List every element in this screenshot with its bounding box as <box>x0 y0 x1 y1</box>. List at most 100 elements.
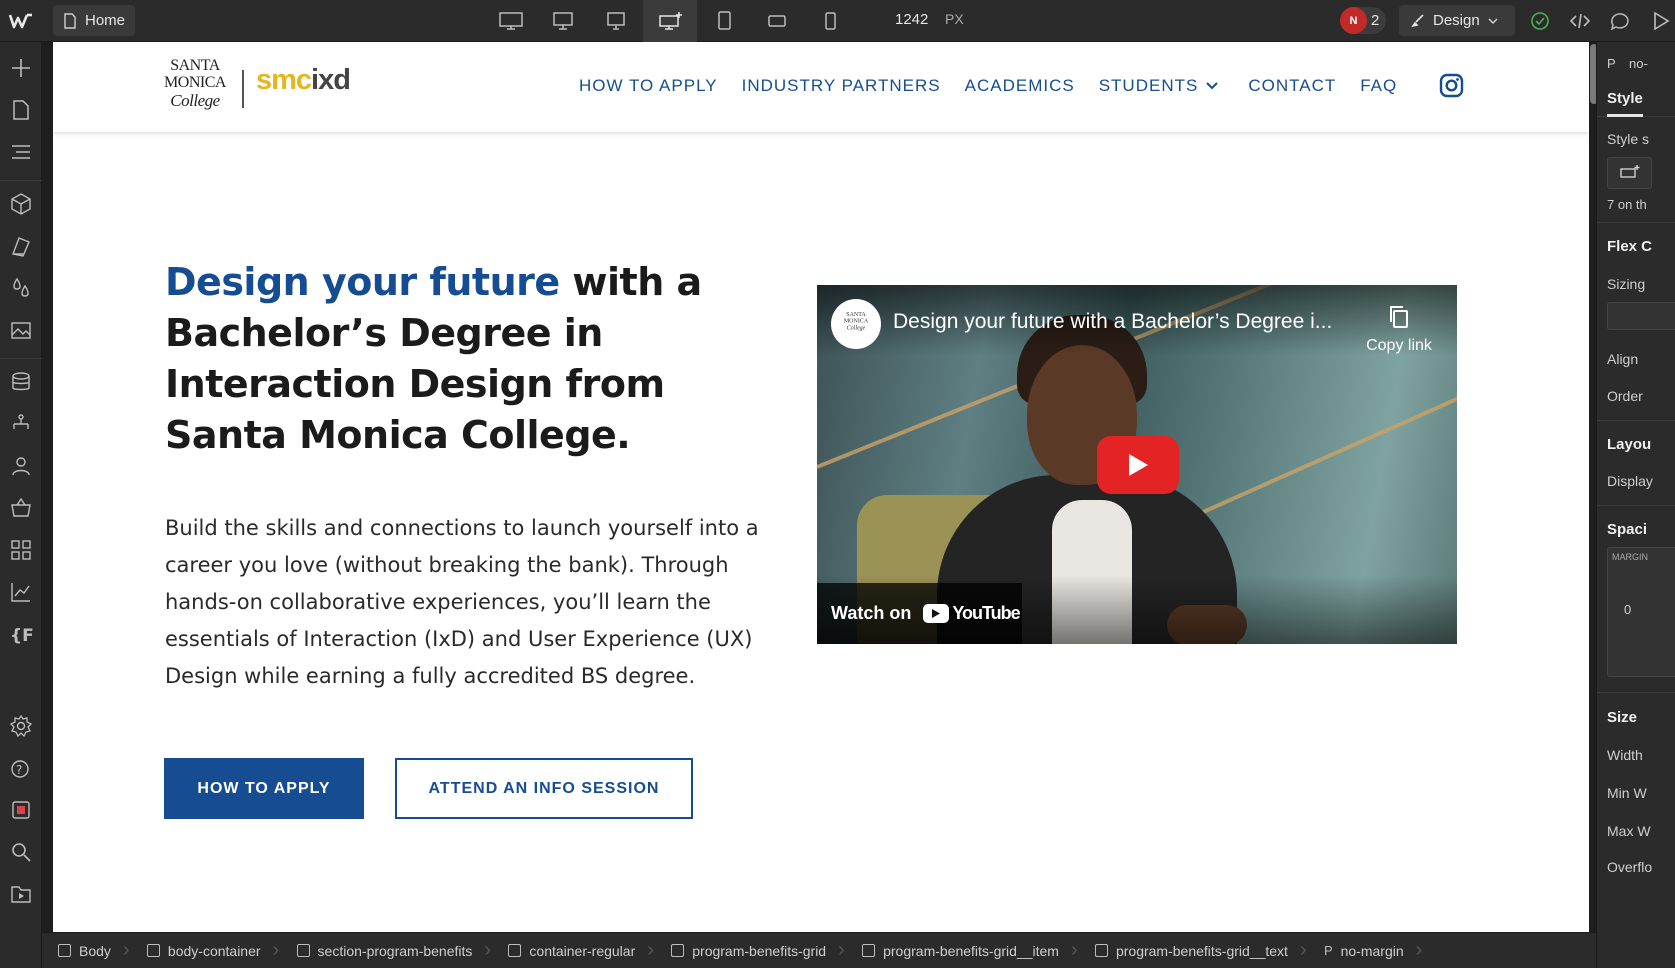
mode-dropdown[interactable]: Design <box>1399 5 1515 36</box>
variables-icon[interactable] <box>9 276 33 300</box>
breadcrumb-section-program-benefits[interactable]: section-program-benefits <box>281 933 485 968</box>
desktop-xl-icon[interactable] <box>484 0 538 42</box>
canvas-gutter <box>42 42 53 932</box>
svg-text:MONICA: MONICA <box>844 319 869 325</box>
svg-text:SANTA: SANTA <box>170 57 221 74</box>
style-selector-label: Style s <box>1607 131 1650 147</box>
comments-icon[interactable] <box>1609 10 1631 32</box>
chevron-right-icon: › <box>1070 939 1078 961</box>
play-button[interactable] <box>1097 436 1179 494</box>
watch-on-youtube-button[interactable]: Watch on YouTube <box>817 583 1022 644</box>
active-tab-indicator <box>1607 114 1643 117</box>
play-icon <box>1129 454 1148 476</box>
spacing-box[interactable]: MARGIN 0 <box>1607 547 1675 677</box>
info-session-button[interactable]: ATTEND AN INFO SESSION <box>395 758 693 819</box>
youtube-embed[interactable]: SANTA MONICA College Design your future wi… <box>817 285 1457 644</box>
section-layout[interactable]: Layou <box>1607 436 1651 453</box>
page-selector[interactable]: Home <box>53 5 136 36</box>
nav-faq[interactable]: FAQ <box>1360 76 1397 96</box>
users-icon[interactable] <box>9 454 33 478</box>
nav-contact[interactable]: CONTACT <box>1248 76 1336 96</box>
chevron-right-icon: › <box>647 939 654 961</box>
section-spacing[interactable]: Spaci <box>1607 521 1647 538</box>
breadcrumb-program-benefits-grid-item[interactable]: program-benefits-grid__item <box>846 933 1071 968</box>
tablet-icon[interactable] <box>697 0 751 42</box>
apps-icon[interactable] <box>9 538 33 562</box>
code-view-icon[interactable] <box>1569 10 1591 32</box>
style-selector-input[interactable] <box>1607 157 1652 189</box>
nav-academics[interactable]: ACADEMICS <box>965 76 1075 96</box>
section-flex-child[interactable]: Flex C <box>1607 238 1652 255</box>
code-icon[interactable]: {F <box>9 622 34 646</box>
selected-element-tag: P <box>1607 56 1616 71</box>
logic-icon[interactable] <box>9 412 33 436</box>
nav-how-to-apply[interactable]: HOW TO APPLY <box>579 76 718 96</box>
video-title[interactable]: Design your future with a Bachelor’s Deg… <box>893 310 1332 334</box>
margin-label: MARGIN <box>1612 552 1648 562</box>
add-icon[interactable] <box>9 56 33 80</box>
how-to-apply-button[interactable]: HOW TO APPLY <box>164 758 364 819</box>
nav-students[interactable]: STUDENTS <box>1099 76 1219 96</box>
element-box-icon <box>862 944 876 957</box>
check-status-icon[interactable] <box>1529 10 1551 32</box>
santa-monica-college-logo[interactable]: SANTA MONICA College <box>157 54 233 120</box>
order-label: Order <box>1607 388 1643 404</box>
tab-style[interactable]: Style <box>1607 90 1643 107</box>
chevron-down-icon <box>1206 82 1219 90</box>
svg-text:College: College <box>170 91 220 110</box>
desktop-base-icon[interactable] <box>643 0 697 42</box>
left-rail: {F ? <box>0 42 42 968</box>
chevron-down-icon <box>1488 17 1498 24</box>
nav-industry-partners[interactable]: INDUSTRY PARTNERS <box>742 76 941 96</box>
breadcrumb-container-regular[interactable]: container-regular <box>492 933 647 968</box>
smcixd-logo[interactable]: smcixd <box>256 64 351 97</box>
youtube-logo: YouTube <box>923 603 1021 624</box>
instagram-icon[interactable] <box>1439 73 1464 98</box>
navigator-icon[interactable] <box>9 140 33 164</box>
breadcrumb-program-benefits-grid-text[interactable]: program-benefits-grid__text <box>1079 933 1300 968</box>
collaborators[interactable]: N 2 <box>1340 7 1386 34</box>
copy-link-button[interactable]: Copy link <box>1357 305 1441 355</box>
chevron-right-icon: › <box>484 939 492 961</box>
video-tutorials-icon[interactable] <box>9 882 33 906</box>
sizing-control[interactable] <box>1607 302 1675 330</box>
svg-text:College: College <box>847 325 866 331</box>
selected-element-name[interactable]: no- <box>1629 56 1648 71</box>
ecommerce-icon[interactable] <box>9 496 33 520</box>
mode-label: Design <box>1433 12 1480 29</box>
search-icon[interactable] <box>9 840 33 864</box>
webflow-logo-icon[interactable] <box>8 10 34 32</box>
desktop-large-icon[interactable] <box>536 0 590 42</box>
analytics-icon[interactable] <box>9 580 33 604</box>
style-panel: P no- Style Style s 7 on th Flex C Sizin… <box>1596 42 1675 968</box>
settings-icon[interactable] <box>9 714 33 738</box>
breadcrumb-program-benefits-grid[interactable]: program-benefits-grid <box>655 933 838 968</box>
section-size[interactable]: Size <box>1607 709 1637 726</box>
channel-avatar[interactable]: SANTA MONICA College <box>831 299 881 349</box>
help-icon[interactable]: ? <box>9 756 33 780</box>
design-canvas[interactable]: SANTA MONICA College smcixd HOW TO APPLY… <box>53 42 1589 932</box>
margin-left-value[interactable]: 0 <box>1624 602 1631 617</box>
breadcrumb-body-container[interactable]: body-container <box>131 933 273 968</box>
pages-icon[interactable] <box>9 98 33 122</box>
top-toolbar: Home 1242 PX N 2 Design <box>0 0 1675 42</box>
element-box-icon <box>671 944 685 957</box>
breadcrumb-no-margin[interactable]: Pno-margin <box>1308 933 1416 968</box>
styles-icon[interactable] <box>9 234 33 258</box>
desktop-icon[interactable] <box>589 0 643 42</box>
breakpoint-icon <box>1620 165 1640 178</box>
preview-play-icon[interactable] <box>1650 10 1672 32</box>
viewport-width[interactable]: 1242 <box>895 11 928 28</box>
youtube-play-icon <box>923 604 950 623</box>
breadcrumb-body[interactable]: Body <box>42 933 123 968</box>
components-icon[interactable] <box>9 192 33 216</box>
page-name: Home <box>85 12 126 29</box>
cms-icon[interactable] <box>9 370 33 394</box>
site-nav-links: HOW TO APPLY INDUSTRY PARTNERS ACADEMICS… <box>579 76 1421 96</box>
record-icon[interactable] <box>9 798 33 822</box>
hero-heading-highlight: Design your future <box>165 260 560 304</box>
mobile-portrait-icon[interactable] <box>803 0 857 42</box>
assets-icon[interactable] <box>9 318 33 342</box>
mobile-landscape-icon[interactable] <box>750 0 804 42</box>
element-box-icon <box>1094 944 1108 957</box>
